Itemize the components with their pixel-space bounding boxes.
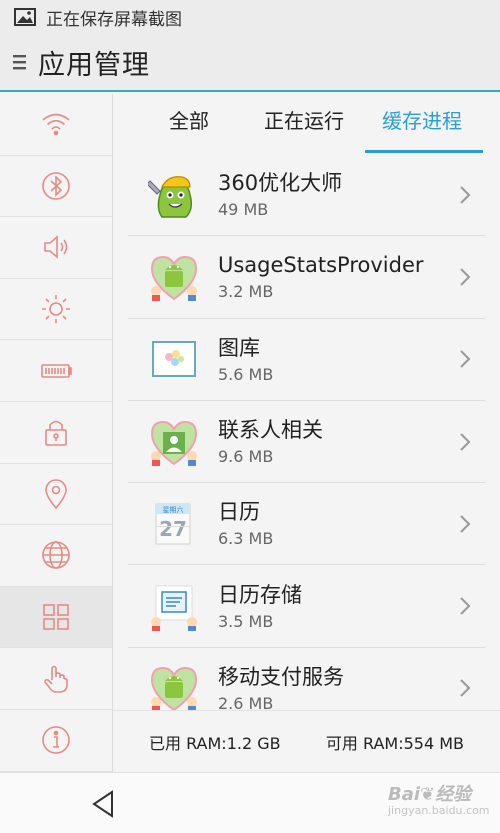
watermark-url: jingyan.baidu.com — [388, 804, 490, 817]
app-list: 360优化大师 49 MB UsageStatsProvider 3.2 MB — [128, 154, 485, 731]
battery-icon — [41, 363, 72, 378]
list-item[interactable]: 图库 5.6 MB — [128, 319, 485, 401]
app-name: 图库 — [218, 335, 260, 360]
wifi-icon — [42, 114, 70, 136]
tab-bar: 全部 正在运行 缓存进程 — [113, 94, 500, 154]
content-panel: 全部 正在运行 缓存进程 360优化大师 49 MB UsageStatsPro… — [113, 94, 500, 772]
list-item[interactable]: 联系人相关 9.6 MB — [128, 401, 485, 484]
menu-icon[interactable] — [10, 51, 30, 73]
sidebar — [0, 94, 113, 772]
app-name: 日历 — [218, 500, 260, 525]
info-icon — [42, 726, 70, 755]
app-size: 3.5 MB — [218, 611, 274, 631]
chevron-right-icon — [460, 350, 471, 368]
360-optimizer-icon — [148, 175, 193, 218]
gallery-icon — [152, 341, 196, 378]
location-icon — [45, 479, 67, 510]
sidebar-item-bluetooth[interactable] — [0, 156, 112, 218]
android-heart-icon — [150, 667, 198, 713]
calendar-weekday: 星期六 — [163, 505, 184, 514]
globe-icon — [42, 541, 70, 570]
app-size: 6.3 MB — [218, 529, 274, 549]
app-bar: 应用管理 — [0, 34, 500, 92]
android-heart-icon — [150, 255, 198, 301]
watermark-brand: Bai — [388, 784, 421, 805]
chevron-right-icon — [460, 185, 471, 204]
ram-used: 已用 RAM:1.2 GB — [149, 733, 281, 753]
app-size: 3.2 MB — [218, 282, 274, 302]
calendar-day: 27 — [159, 517, 187, 541]
ram-summary: 已用 RAM:1.2 GB 可用 RAM:554 MB — [113, 710, 500, 772]
sidebar-item-security[interactable] — [0, 402, 112, 464]
chevron-right-icon — [460, 515, 471, 533]
tab-all[interactable]: 全部 — [127, 105, 245, 154]
sidebar-item-sound[interactable] — [0, 217, 112, 279]
app-name: 日历存储 — [218, 582, 302, 607]
status-bar: 正在保存屏幕截图 — [0, 0, 500, 34]
sidebar-item-display[interactable] — [0, 279, 112, 341]
sidebar-item-network[interactable] — [0, 525, 112, 587]
tab-cached[interactable]: 缓存进程 — [363, 105, 481, 154]
sidebar-item-battery[interactable] — [0, 340, 112, 402]
chevron-right-icon — [460, 432, 471, 451]
chevron-right-icon — [460, 268, 471, 286]
app-name: 移动支付服务 — [218, 664, 344, 689]
list-item[interactable]: 星期六 27 日历 6.3 MB — [128, 483, 485, 566]
status-text: 正在保存屏幕截图 — [46, 9, 182, 30]
watermark-brand-2: 经验 — [435, 784, 472, 805]
list-item[interactable]: 日历存储 3.5 MB — [128, 565, 485, 648]
tab-running[interactable]: 正在运行 — [245, 105, 363, 154]
baidu-watermark: Bai❦经验 jingyan.baidu.com — [388, 780, 492, 824]
chevron-right-icon — [460, 597, 471, 615]
lock-icon — [45, 420, 67, 447]
apps-grid-icon — [43, 604, 69, 630]
list-item[interactable]: 360优化大师 49 MB — [128, 154, 485, 237]
volume-icon — [44, 235, 68, 260]
app-name: 360优化大师 — [218, 171, 343, 196]
calendar-icon: 星期六 27 — [155, 503, 191, 545]
active-tab-indicator — [365, 150, 483, 153]
app-name: UsageStatsProvider — [218, 253, 424, 278]
ram-free: 可用 RAM:554 MB — [325, 733, 464, 753]
sidebar-item-gesture[interactable] — [0, 648, 112, 710]
gesture-icon — [44, 665, 68, 693]
app-size: 49 MB — [218, 200, 269, 220]
paw-icon: ❦ — [420, 784, 436, 805]
image-icon — [14, 8, 36, 26]
app-name: 联系人相关 — [218, 418, 323, 443]
bluetooth-icon — [42, 172, 70, 200]
app-size: 9.6 MB — [218, 447, 274, 467]
brightness-icon — [42, 295, 70, 324]
list-item[interactable]: UsageStatsProvider 3.2 MB — [128, 236, 485, 319]
sidebar-item-apps[interactable] — [0, 586, 112, 649]
sidebar-item-about[interactable] — [0, 710, 112, 772]
page-title: 应用管理 — [38, 49, 150, 81]
calendar-storage-icon — [151, 585, 197, 632]
sidebar-item-wifi[interactable] — [0, 94, 112, 156]
chevron-right-icon — [460, 679, 471, 698]
back-icon[interactable] — [90, 789, 116, 819]
contacts-heart-icon — [150, 420, 198, 466]
sidebar-item-location[interactable] — [0, 464, 112, 526]
app-size: 5.6 MB — [218, 364, 274, 384]
